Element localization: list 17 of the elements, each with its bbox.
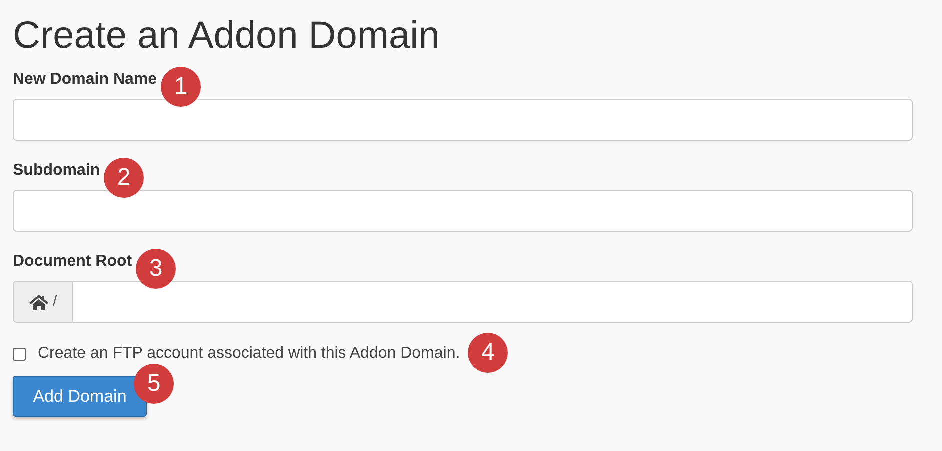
number-badge: 3 [136,249,176,289]
number-badge: 1 [161,67,202,107]
checkbox-label: Create an FTP account associated with this Addon Domain. [38,344,460,364]
field-label: Subdomain [13,161,100,181]
add-domain-button[interactable]: Add Domain [13,376,147,417]
field-label: Document Root [13,252,132,272]
number-badge: 4 [468,333,508,373]
checkbox[interactable] [13,348,26,360]
home-icon [29,294,49,310]
number-badge: 2 [104,158,144,198]
text-input-field[interactable] [13,99,913,141]
page-title: Create an Addon Domain [13,14,441,59]
document-root-field[interactable]: / [13,281,913,323]
number-badge: 5 [134,364,174,404]
path-prefix: / [53,292,58,312]
text-input-field[interactable] [13,190,913,232]
field-label: New Domain Name [13,70,158,90]
